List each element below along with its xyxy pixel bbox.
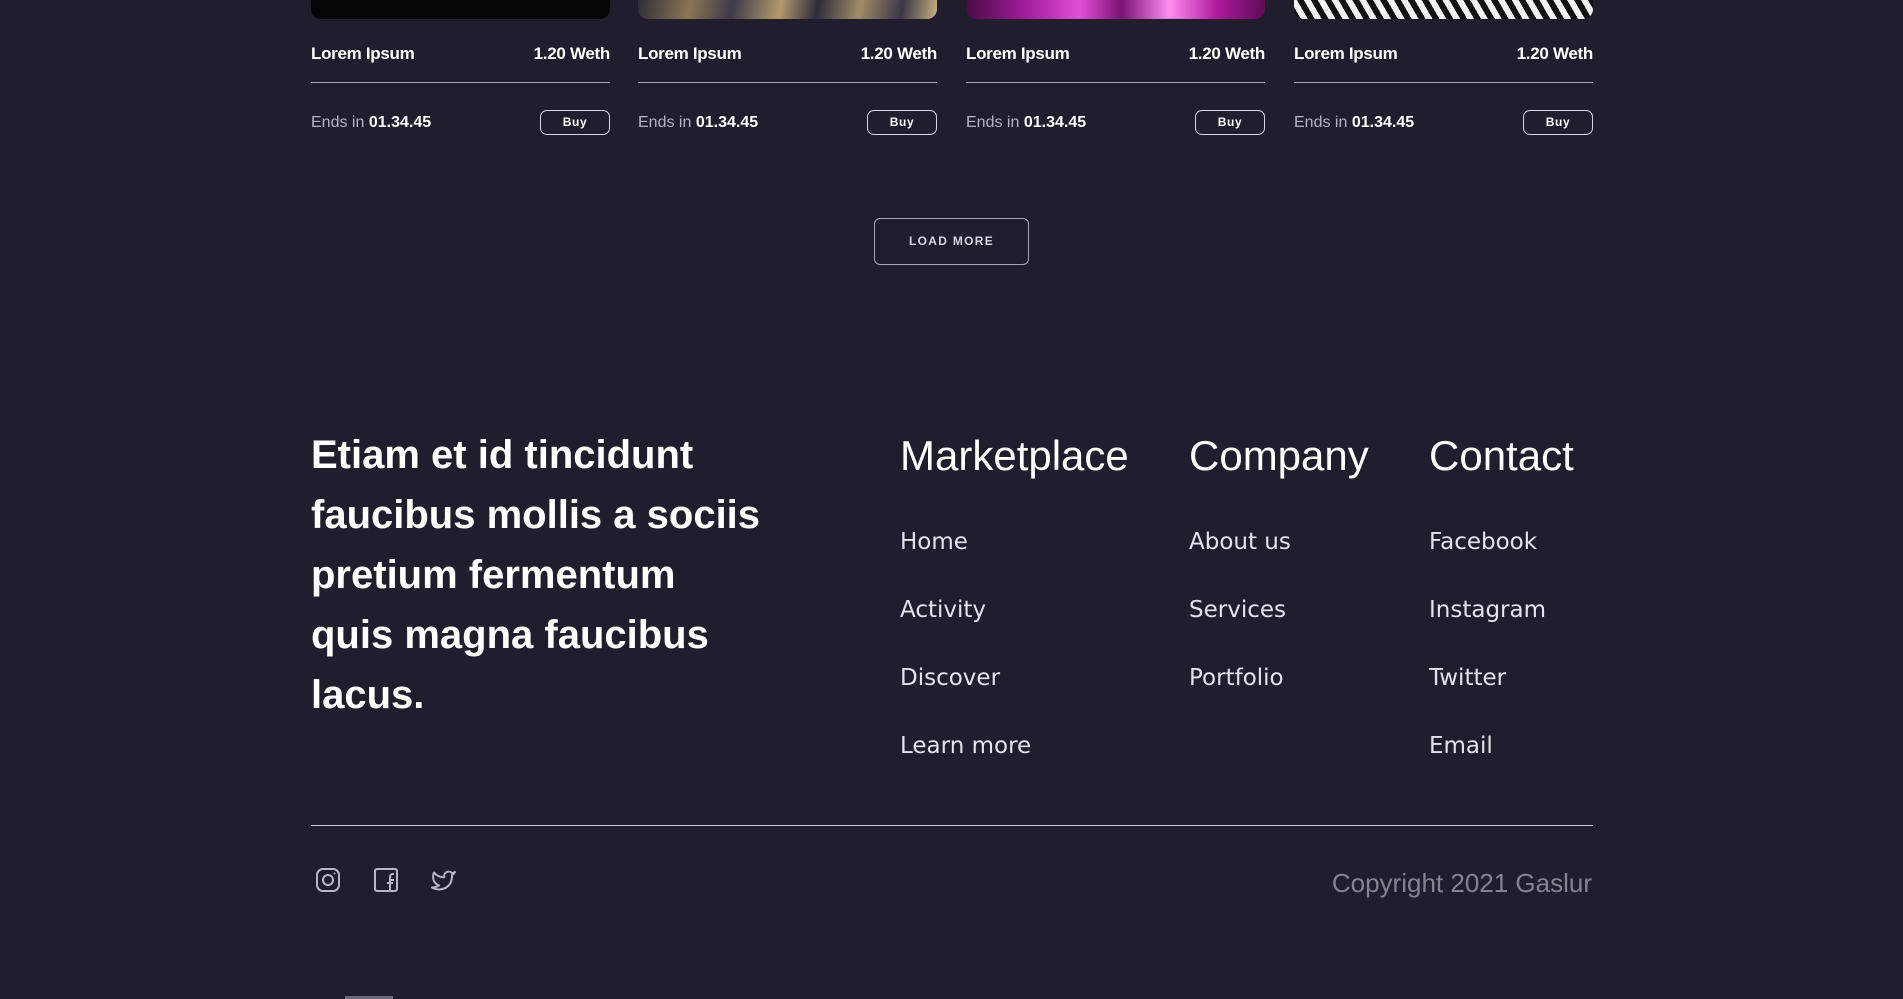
footer-divider	[311, 825, 1593, 826]
auction-countdown: Ends in 01.34.45	[638, 114, 758, 132]
nft-card-title: Lorem Ipsum	[1294, 44, 1398, 63]
nft-card-price: 1.20 Weth	[1516, 44, 1594, 63]
nft-card-price: 1.20 Weth	[533, 44, 611, 63]
nft-card-image[interactable]	[638, 0, 937, 19]
footer-heading-company: Company	[1189, 432, 1369, 479]
countdown-time: 01.34.45	[1351, 114, 1415, 131]
footer-link-portfolio[interactable]: Portfolio	[1189, 664, 1291, 732]
nft-card-grid: Lorem Ipsum 1.20 Weth Ends in 01.34.45 B…	[311, 0, 1593, 150]
nft-card-title: Lorem Ipsum	[966, 44, 1070, 63]
nft-card-divider	[1294, 82, 1593, 83]
footer-link-instagram[interactable]: Instagram	[1429, 596, 1546, 664]
countdown-label: Ends in	[966, 114, 1020, 131]
auction-countdown: Ends in 01.34.45	[311, 114, 431, 132]
countdown-label: Ends in	[1294, 114, 1348, 131]
copyright-text: Copyright 2021 Gaslur	[1331, 868, 1592, 898]
nft-card-title: Lorem Ipsum	[638, 44, 742, 63]
footer-links-marketplace: Home Activity Discover Learn more	[900, 528, 1031, 800]
footer-heading-marketplace: Marketplace	[900, 432, 1129, 479]
footer-link-twitter[interactable]: Twitter	[1429, 664, 1546, 732]
countdown-time: 01.34.45	[368, 114, 432, 131]
countdown-label: Ends in	[638, 114, 692, 131]
auction-countdown: Ends in 01.34.45	[966, 114, 1086, 132]
footer-link-home[interactable]: Home	[900, 528, 1031, 596]
footer-link-facebook[interactable]: Facebook	[1429, 528, 1546, 596]
buy-button[interactable]: Buy	[1195, 110, 1265, 135]
nft-card-divider	[311, 82, 610, 83]
load-more-button[interactable]: LOAD MORE	[874, 218, 1029, 265]
auction-countdown: Ends in 01.34.45	[1294, 114, 1414, 132]
countdown-label: Ends in	[311, 114, 365, 131]
footer-link-activity[interactable]: Activity	[900, 596, 1031, 664]
instagram-icon[interactable]	[314, 866, 342, 894]
buy-button[interactable]: Buy	[540, 110, 610, 135]
nft-card-divider	[966, 82, 1265, 83]
buy-button[interactable]: Buy	[867, 110, 937, 135]
nft-card-image[interactable]	[1294, 0, 1593, 19]
countdown-time: 01.34.45	[1023, 114, 1087, 131]
nft-card-price: 1.20 Weth	[860, 44, 938, 63]
footer-link-discover[interactable]: Discover	[900, 664, 1031, 732]
nft-card-image[interactable]	[966, 0, 1265, 19]
countdown-time: 01.34.45	[695, 114, 759, 131]
footer-heading-contact: Contact	[1429, 432, 1574, 479]
footer-link-learn-more[interactable]: Learn more	[900, 732, 1031, 800]
facebook-icon[interactable]	[372, 866, 400, 894]
nft-card-price: 1.20 Weth	[1188, 44, 1266, 63]
footer-links-company: About us Services Portfolio	[1189, 528, 1291, 732]
footer-link-services[interactable]: Services	[1189, 596, 1291, 664]
nft-card-divider	[638, 82, 937, 83]
footer-tagline: Etiam et id tincidunt faucibus mollis a …	[311, 433, 761, 717]
footer-links-contact: Facebook Instagram Twitter Email	[1429, 528, 1546, 800]
buy-button[interactable]: Buy	[1523, 110, 1593, 135]
twitter-icon[interactable]	[430, 866, 458, 894]
nft-card-title: Lorem Ipsum	[311, 44, 415, 63]
footer-link-about-us[interactable]: About us	[1189, 528, 1291, 596]
footer-link-email[interactable]: Email	[1429, 732, 1546, 800]
nft-card-image[interactable]	[311, 0, 610, 19]
